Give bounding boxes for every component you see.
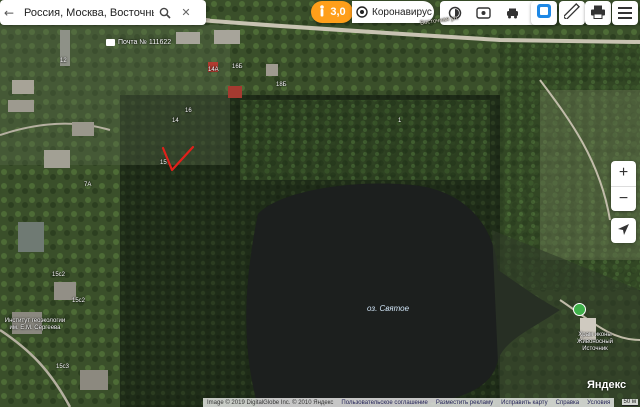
- footer-link-terms[interactable]: Условия: [587, 400, 610, 406]
- search-icon[interactable]: [154, 0, 176, 25]
- coronavirus-label: Коронавирус: [372, 6, 432, 18]
- house-number: 1: [398, 118, 402, 124]
- close-icon[interactable]: ✕: [176, 0, 196, 25]
- back-arrow-icon[interactable]: ←: [0, 0, 18, 25]
- house-number: 15с2: [72, 298, 86, 304]
- house-number: 16Б: [232, 64, 243, 70]
- house-number: 18Б: [276, 82, 287, 88]
- zoom-in-button[interactable]: +: [611, 161, 636, 186]
- copyright-text: Image © 2019 DigitalGlobe Inc. © 2010 Ян…: [207, 399, 334, 406]
- lake-label: оз. Святое: [367, 304, 410, 313]
- church-label[interactable]: Храм иконы Живоносный Источник: [570, 332, 620, 353]
- institute-label[interactable]: Институт геоэкологии им. Е.М. Сергеева: [4, 318, 66, 332]
- house-number: 14А: [208, 67, 219, 73]
- menu-button[interactable]: [612, 1, 638, 25]
- search-box[interactable]: ← Россия, Москва, Восточный адми ✕: [0, 0, 206, 25]
- footer-link-agreement[interactable]: Пользовательское соглашение: [341, 400, 427, 406]
- park-icon: [573, 303, 586, 316]
- traffic-person-icon: [318, 4, 326, 20]
- footer-link-help[interactable]: Справка: [556, 400, 580, 406]
- house-number: 16: [185, 108, 192, 114]
- house-number: 15: [160, 160, 167, 166]
- mail-icon: [106, 39, 115, 46]
- traffic-level: 3,0: [330, 6, 346, 18]
- house-number: 12: [60, 58, 67, 64]
- house-number: 15с3: [56, 364, 70, 370]
- ruler-icon: [562, 3, 580, 23]
- traffic-button[interactable]: 3,0: [311, 1, 353, 23]
- house-number: 15с2: [52, 272, 66, 278]
- map-footer: Image © 2019 DigitalGlobe Inc. © 2010 Ян…: [203, 398, 615, 407]
- print-icon: [590, 4, 606, 23]
- satellite-map[interactable]: [0, 0, 640, 407]
- geolocation-button[interactable]: [611, 218, 636, 243]
- selected-layer-icon: [536, 3, 552, 23]
- print-button[interactable]: [585, 1, 611, 25]
- house-number: 14: [172, 118, 179, 124]
- yandex-logo: Яндекс: [587, 379, 627, 391]
- selected-layer-button[interactable]: [531, 1, 557, 25]
- ruler-button[interactable]: [559, 1, 585, 25]
- zoom-control: + −: [611, 161, 636, 211]
- footer-link-fix-map[interactable]: Исправить карту: [501, 400, 547, 406]
- house-number: 7А: [84, 182, 92, 188]
- post-office-label[interactable]: Почта № 111622: [106, 39, 171, 46]
- post-office-text: Почта № 111622: [118, 39, 172, 46]
- zoom-out-button[interactable]: −: [611, 185, 636, 212]
- panorama-layer-icon[interactable]: [469, 1, 498, 25]
- car-layer-icon[interactable]: [498, 1, 527, 25]
- menu-icon: [618, 4, 632, 23]
- footer-link-ads[interactable]: Разместить рекламу: [436, 400, 493, 406]
- map-scale: 50 м: [621, 399, 638, 406]
- location-arrow-icon: [617, 221, 630, 240]
- search-input[interactable]: Россия, Москва, Восточный адми: [24, 7, 154, 19]
- info-target-icon: [356, 6, 368, 18]
